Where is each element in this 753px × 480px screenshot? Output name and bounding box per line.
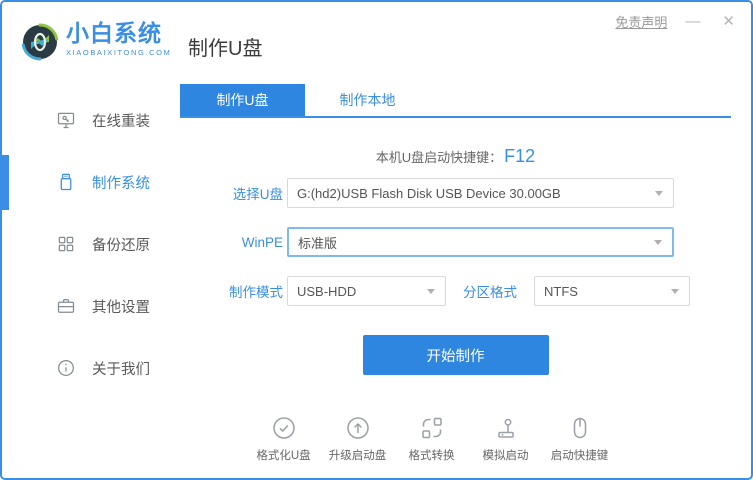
disclaimer-link[interactable]: 免责声明 (615, 12, 667, 31)
app-logo-icon (18, 20, 62, 64)
tool-format-usb[interactable]: 格式化U盘 (254, 415, 314, 463)
sidebar-item-label: 在线重装 (92, 110, 150, 131)
tool-upgrade-boot-disk[interactable]: 升级启动盘 (328, 415, 388, 463)
chevron-down-icon (427, 289, 435, 294)
sidebar-active-indicator (2, 155, 9, 210)
winpe-select-value: 标准版 (298, 233, 337, 252)
usb-select-row: 选择U盘 G:(hd2)USB Flash Disk USB Device 30… (180, 178, 731, 208)
mouse-icon (567, 415, 593, 441)
usb-select-value: G:(hd2)USB Flash Disk USB Device 30.00GB (297, 186, 561, 201)
monitor-reinstall-icon (56, 110, 76, 130)
usb-select-dropdown[interactable]: G:(hd2)USB Flash Disk USB Device 30.00GB (287, 178, 674, 208)
main-panel: 制作U盘 制作本地 本机U盘启动快捷键： F12 选择U盘 G:(hd2)USB… (180, 84, 731, 478)
mode-select-dropdown[interactable]: USB-HDD (287, 276, 446, 306)
winpe-select-dropdown[interactable]: 标准版 (287, 227, 674, 257)
sidebar-item-label: 制作系统 (92, 172, 150, 193)
usb-select-label: 选择U盘 (180, 183, 283, 203)
boot-hotkey-prefix: 本机U盘启动快捷键： (376, 147, 502, 166)
mode-partition-row: 制作模式 USB-HDD 分区格式 NTFS (180, 276, 731, 306)
tool-boot-hotkey[interactable]: 启动快捷键 (550, 415, 610, 463)
chevron-down-icon (671, 289, 679, 294)
sidebar-item-label: 关于我们 (92, 358, 150, 379)
sidebar-item-about-us[interactable]: 关于我们 (56, 354, 180, 382)
check-circle-icon (271, 415, 297, 441)
sidebar-item-label: 其他设置 (92, 296, 150, 317)
page-title: 制作U盘 (188, 32, 262, 61)
tool-label: 格式转换 (409, 447, 455, 463)
sidebar-item-online-reinstall[interactable]: 在线重装 (56, 106, 180, 134)
boot-hotkey-line: 本机U盘启动快捷键： F12 (180, 144, 731, 168)
joystick-icon (493, 415, 519, 441)
partition-select-label: 分区格式 (446, 281, 534, 301)
brand-domain: XIAOBAIXITONG.COM (66, 49, 171, 57)
tool-format-convert[interactable]: 格式转换 (402, 415, 462, 463)
tab-make-usb[interactable]: 制作U盘 (180, 84, 305, 116)
sidebar-item-make-system[interactable]: 制作系统 (56, 168, 180, 196)
tool-label: 启动快捷键 (551, 447, 609, 463)
tool-simulate-boot[interactable]: 模拟启动 (476, 415, 536, 463)
chevron-down-icon (655, 191, 663, 196)
app-window: 小白系统 XIAOBAIXITONG.COM 制作U盘 免责声明 — ✕ 在线重… (0, 0, 753, 480)
backup-restore-icon (56, 234, 76, 254)
sidebar-item-other-settings[interactable]: 其他设置 (56, 292, 180, 320)
sidebar-item-label: 备份还原 (92, 234, 150, 255)
window-controls: 免责声明 — ✕ (615, 12, 739, 31)
minimize-button[interactable]: — (681, 12, 704, 31)
mode-select-value: USB-HDD (297, 284, 356, 299)
briefcase-icon (56, 296, 76, 316)
start-make-button[interactable]: 开始制作 (363, 335, 549, 375)
titlebar: 小白系统 XIAOBAIXITONG.COM 制作U盘 免责声明 — ✕ (2, 2, 751, 84)
usb-drive-icon (56, 172, 76, 192)
brand-name: 小白系统 (66, 22, 171, 45)
arrow-up-circle-icon (345, 415, 371, 441)
tool-label: 升级启动盘 (329, 447, 387, 463)
partition-select-value: NTFS (544, 284, 578, 299)
winpe-select-row: WinPE 标准版 (180, 227, 731, 257)
close-button[interactable]: ✕ (718, 12, 739, 31)
tools-row: 格式化U盘 升级启动盘 (180, 415, 731, 463)
boot-hotkey-value: F12 (504, 146, 535, 167)
info-icon (56, 358, 76, 378)
convert-icon (419, 415, 445, 441)
winpe-select-label: WinPE (180, 235, 283, 250)
tool-label: 格式化U盘 (256, 447, 310, 463)
tab-bar: 制作U盘 制作本地 (180, 84, 731, 118)
sidebar: 在线重装 制作系统 备份还原 (2, 84, 180, 478)
tab-make-local[interactable]: 制作本地 (305, 84, 430, 116)
partition-select-dropdown[interactable]: NTFS (534, 276, 690, 306)
form: 选择U盘 G:(hd2)USB Flash Disk USB Device 30… (180, 178, 731, 306)
brand: 小白系统 XIAOBAIXITONG.COM (66, 22, 171, 57)
tool-label: 模拟启动 (483, 447, 529, 463)
sidebar-item-backup-restore[interactable]: 备份还原 (56, 230, 180, 258)
mode-select-label: 制作模式 (180, 281, 283, 301)
chevron-down-icon (654, 240, 662, 245)
